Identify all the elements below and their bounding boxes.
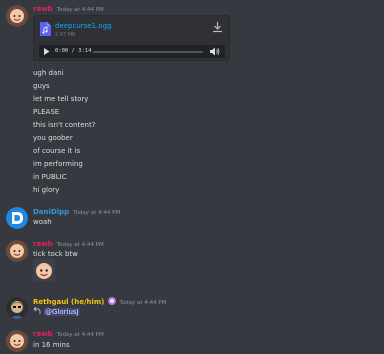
message-header: rawb Today at 4:44 PM (33, 240, 104, 250)
audio-player: 0:00 / 3:14 (39, 45, 225, 58)
play-icon[interactable] (43, 48, 50, 55)
message-text: you goober (33, 134, 73, 142)
attachment-size: 2.47 MB (55, 32, 76, 38)
timestamp: Today at 4:44 PM (56, 7, 104, 13)
username[interactable]: rawb (33, 5, 53, 13)
message-header: rawb Today at 4:44 PM (33, 330, 104, 340)
rawb-avatar-icon (6, 5, 28, 27)
seek-bar[interactable] (93, 51, 203, 53)
message-text: in 16 mins (33, 341, 70, 349)
audio-attachment: deepcurse1.ogg 2.47 MB 0:00 / 3:14 (33, 15, 230, 61)
message-text: im performing (33, 160, 83, 168)
timestamp: Today at 4:44 PM (119, 300, 167, 306)
message-group: rawb Today at 4:44 PM in 16 mins (0, 327, 384, 354)
message-text: PLEASE (33, 108, 60, 116)
message-header: rawb Today at 4:44 PM (33, 5, 104, 15)
timestamp: Today at 4:44 PM (56, 332, 104, 338)
message-text: hi glory (33, 186, 60, 194)
username[interactable]: rawb (33, 330, 53, 338)
username[interactable]: rawb (33, 240, 53, 248)
playback-time: 0:00 / 3:14 (55, 48, 92, 54)
message-group: rawb Today at 4:44 PM tick tock btw (0, 237, 384, 287)
username[interactable]: DaniDipp (33, 208, 69, 216)
message-text: guys (33, 82, 50, 90)
timestamp: Today at 4:44 PM (56, 242, 104, 248)
message-text: woah (33, 218, 52, 226)
avatar[interactable] (6, 240, 28, 262)
rawb-avatar-icon (6, 330, 28, 352)
volume-icon[interactable] (210, 47, 220, 56)
message-text: @GloriusJ (33, 307, 80, 317)
rawb-avatar-icon (6, 240, 28, 262)
attachment-filename[interactable]: deepcurse1.ogg (55, 22, 111, 31)
message-text: let me tell story (33, 95, 89, 103)
avatar[interactable] (6, 207, 28, 229)
message-group: Rethgaul (he/him) Today at 4:44 PM @Glori… (0, 295, 384, 325)
audio-file-icon (40, 22, 51, 36)
message-text: this isn't content? (33, 121, 96, 129)
download-icon[interactable] (212, 22, 223, 33)
message-text: ugh dani (33, 69, 64, 77)
message-text: of course it is (33, 147, 81, 155)
user-mention[interactable]: @GloriusJ (44, 308, 80, 316)
message-group: rawb Today at 4:44 PM deepcurse1.ogg 2.47… (0, 0, 384, 200)
username[interactable]: Rethgaul (he/him) (33, 298, 104, 306)
danidipp-avatar-icon (6, 207, 28, 229)
message-text: tick tock btw (33, 250, 78, 258)
reply-arrow-icon (33, 307, 41, 314)
rethgaul-avatar-icon (6, 297, 28, 319)
role-badge-icon (108, 297, 117, 305)
timestamp: Today at 4:44 PM (73, 210, 121, 216)
emoji-sticker[interactable] (33, 259, 55, 281)
message-group: DaniDipp Today at 4:44 PM woah (0, 204, 384, 234)
avatar[interactable] (6, 330, 28, 352)
avatar[interactable] (6, 5, 28, 27)
avatar[interactable] (6, 297, 28, 319)
message-header: DaniDipp Today at 4:44 PM (33, 208, 120, 218)
message-text: in PUBLIC (33, 173, 67, 181)
